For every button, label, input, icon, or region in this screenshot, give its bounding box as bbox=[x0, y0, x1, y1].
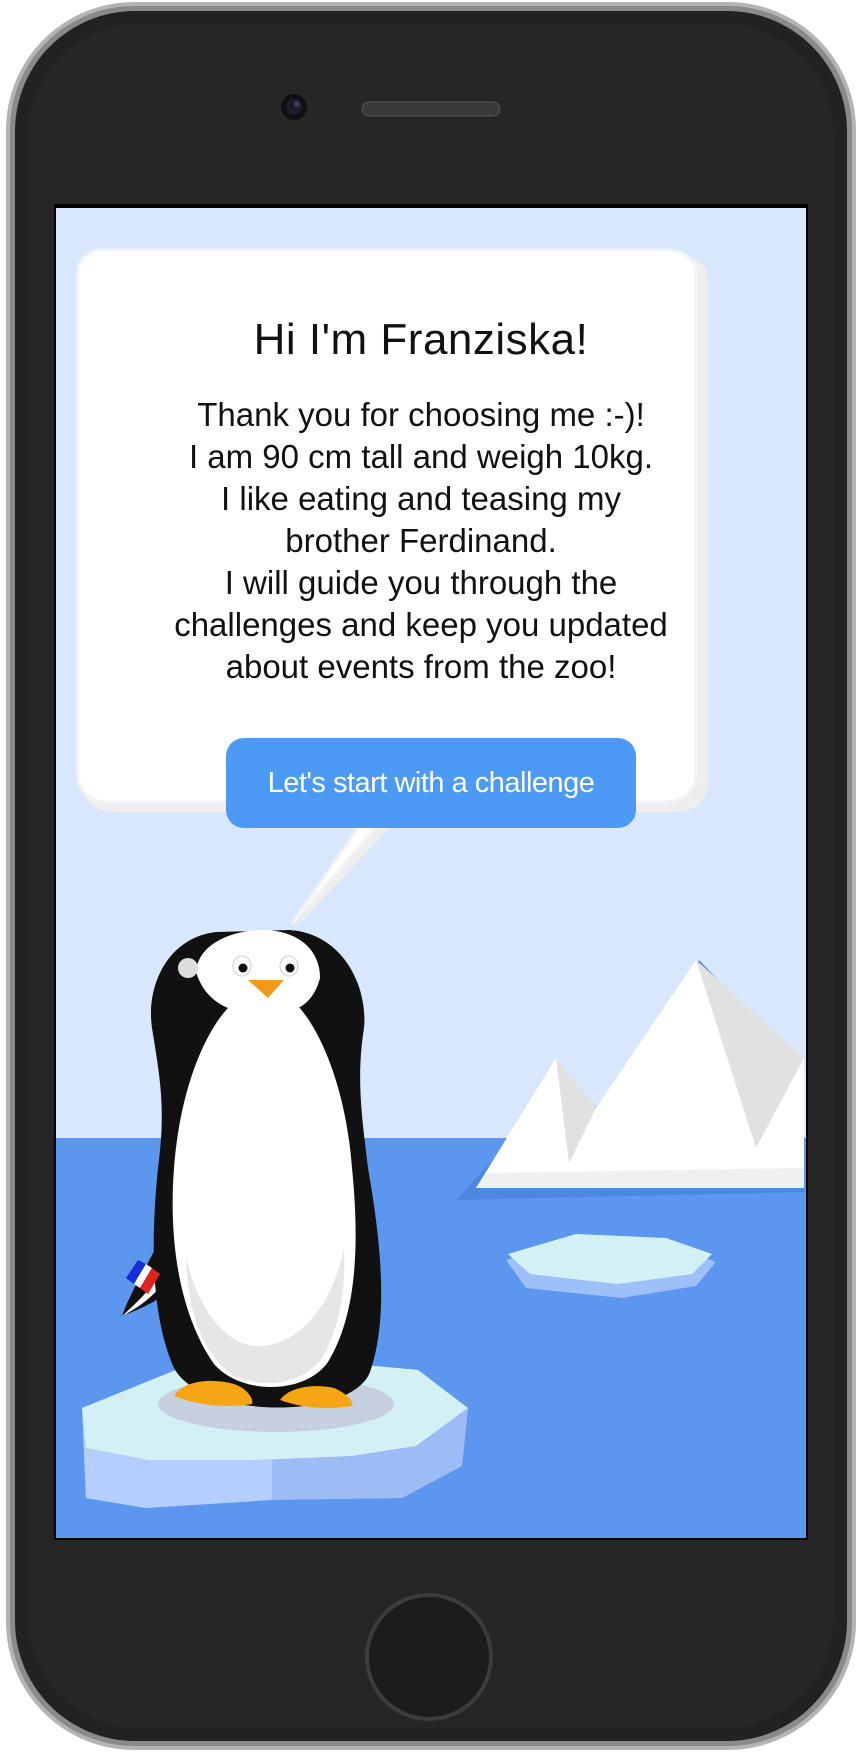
home-button[interactable] bbox=[365, 1593, 493, 1721]
intro-line: I will guide you through the bbox=[224, 564, 618, 601]
greeting-title: Hi I'm Franziska! bbox=[253, 315, 589, 364]
earpiece-speaker bbox=[361, 101, 501, 117]
intro-line: about events from the zoo! bbox=[225, 648, 617, 685]
intro-line: Thank you for choosing me :-)! bbox=[197, 396, 645, 433]
intro-line: brother Ferdinand. bbox=[285, 522, 557, 559]
intro-line: I like eating and teasing my bbox=[221, 480, 621, 517]
intro-line: I am 90 cm tall and weigh 10kg. bbox=[188, 438, 654, 475]
introduction-text: Thank you for choosing me :-)! I am 90 c… bbox=[141, 394, 701, 688]
start-challenge-button[interactable]: Let's start with a challenge bbox=[226, 738, 636, 828]
intro-line: challenges and keep you updated bbox=[174, 606, 668, 643]
speech-content: Hi I'm Franziska! Thank you for choosing… bbox=[84, 262, 758, 882]
